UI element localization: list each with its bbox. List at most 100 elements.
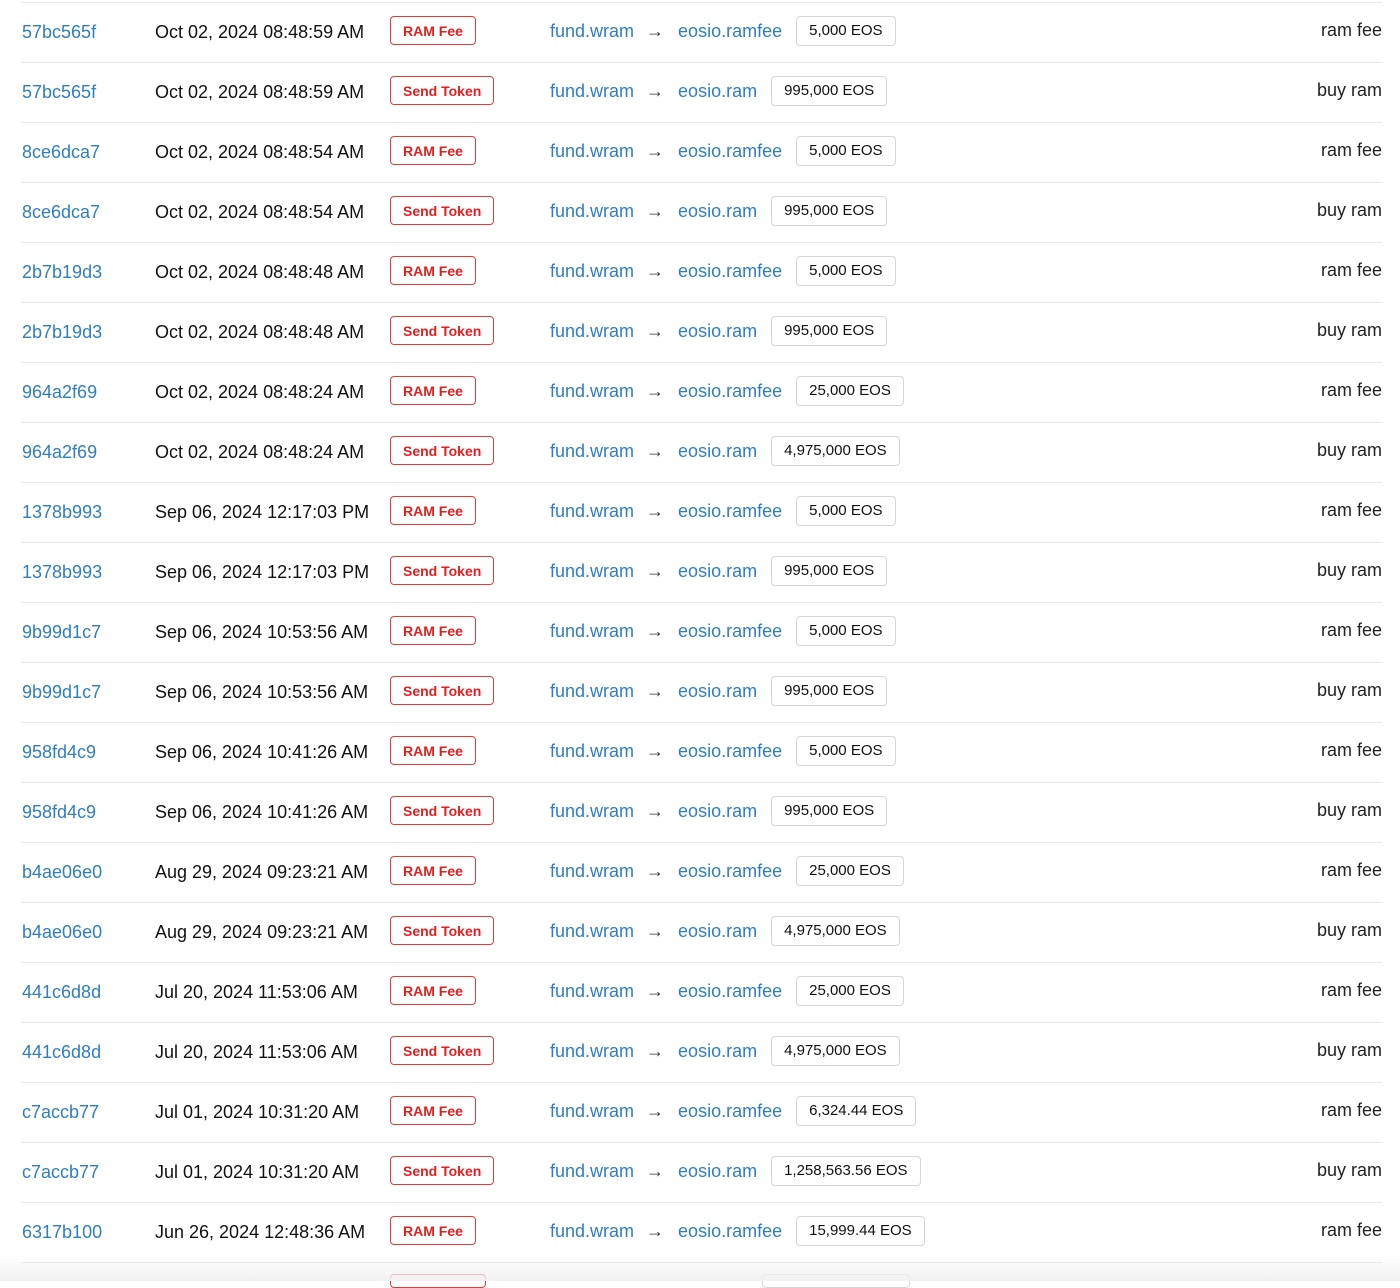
arrow-right-icon: → <box>646 980 665 1001</box>
transaction-hash-link[interactable]: 9b99d1c7 <box>22 622 101 643</box>
from-account-link[interactable]: fund.wram <box>550 1101 634 1122</box>
action-badge: Send Token <box>390 1036 495 1065</box>
to-account-link[interactable]: eosio.ram <box>678 801 757 822</box>
to-account-link[interactable]: eosio.ram <box>678 681 757 702</box>
transaction-hash-link[interactable]: b4ae06e0 <box>22 862 102 883</box>
table-row: 964a2f69 Oct 02, 2024 08:48:24 AM RAM Fe… <box>21 363 1382 423</box>
transaction-hash-link[interactable]: 958fd4c9 <box>22 802 96 823</box>
memo-text: ram fee <box>1320 140 1382 160</box>
arrow-right-icon: → <box>646 1220 665 1241</box>
amount-box: 4,975,000 EOS <box>771 1036 900 1066</box>
transfer-flow: fund.wram → eosio.ramfee 5,000 EOS <box>550 495 896 527</box>
amount-box: 995,000 EOS <box>771 316 888 346</box>
memo-text: ram fee <box>1320 740 1382 760</box>
to-account-link[interactable]: eosio.ramfee <box>678 1221 782 1242</box>
transaction-hash-link[interactable]: b4ae06e0 <box>22 922 102 943</box>
transaction-hash-link[interactable]: 2b7b19d3 <box>22 262 102 283</box>
to-account-link[interactable]: eosio.ramfee <box>678 261 782 282</box>
from-account-link[interactable]: fund.wram <box>550 21 634 42</box>
table-row: 441c6d8d Jul 20, 2024 11:53:06 AM Send T… <box>21 1023 1382 1083</box>
transfer-flow: fund.wram → eosio.ram 4,975,000 EOS <box>550 1035 900 1067</box>
amount-box: 5,000 EOS <box>796 496 896 526</box>
transaction-date: Aug 29, 2024 09:23:21 AM <box>155 862 369 882</box>
table-row: c7accb77 Jul 01, 2024 10:31:20 AM Send T… <box>21 1143 1382 1203</box>
transaction-hash-link[interactable]: 1378b993 <box>22 562 102 583</box>
from-account-link[interactable]: fund.wram <box>550 621 634 642</box>
memo-text: ram fee <box>1320 260 1382 280</box>
from-account-link[interactable]: fund.wram <box>550 681 634 702</box>
transaction-hash-link[interactable]: 1378b993 <box>22 502 102 523</box>
memo-text: ram fee <box>1320 1220 1382 1240</box>
transaction-hash-link[interactable]: 441c6d8d <box>22 982 101 1003</box>
from-account-link[interactable]: fund.wram <box>550 981 634 1002</box>
from-account-link[interactable]: fund.wram <box>550 81 634 102</box>
to-account-link[interactable]: eosio.ram <box>678 1161 757 1182</box>
to-account-link[interactable]: eosio.ram <box>678 321 757 342</box>
arrow-right-icon: → <box>646 500 665 521</box>
from-account-link[interactable]: fund.wram <box>550 201 634 222</box>
to-account-link[interactable]: eosio.ramfee <box>678 141 782 162</box>
transaction-hash-link[interactable]: 2b7b19d3 <box>22 322 102 343</box>
to-account-link[interactable]: eosio.ram <box>678 441 757 462</box>
transaction-hash-link[interactable]: 6317b100 <box>22 1222 102 1243</box>
from-account-link[interactable]: fund.wram <box>550 501 634 522</box>
transaction-date: Aug 29, 2024 09:23:21 AM <box>155 922 369 942</box>
transfer-flow: fund.wram → eosio.ramfee 6,324.44 EOS <box>550 1095 917 1127</box>
transaction-hash-link[interactable]: 8ce6dca7 <box>22 142 100 163</box>
amount-box: 5,000 EOS <box>796 136 896 166</box>
table-row: 1378b993 Sep 06, 2024 12:17:03 PM Send T… <box>21 543 1382 603</box>
transaction-hash-link[interactable]: 9b99d1c7 <box>22 682 101 703</box>
transaction-hash-link[interactable]: c7accb77 <box>22 1102 99 1123</box>
from-account-link[interactable]: fund.wram <box>550 381 634 402</box>
amount-box: 5,000 EOS <box>796 16 896 46</box>
from-account-link[interactable]: fund.wram <box>550 1221 634 1242</box>
action-badge: RAM Fee <box>390 856 476 885</box>
transaction-hash-link[interactable]: 441c6d8d <box>22 1042 101 1063</box>
action-badge: Send Token <box>390 76 495 105</box>
transaction-hash-link[interactable]: c7accb77 <box>22 1162 99 1183</box>
transfer-flow: fund.wram → eosio.ramfee 5,000 EOS <box>550 615 896 647</box>
transfer-flow: fund.wram → eosio.ram 995,000 EOS <box>550 795 888 827</box>
to-account-link[interactable]: eosio.ramfee <box>678 981 782 1002</box>
arrow-right-icon: → <box>646 380 665 401</box>
to-account-link[interactable]: eosio.ramfee <box>678 741 782 762</box>
table-row: c7accb77 Jul 01, 2024 10:31:20 AM RAM Fe… <box>21 1083 1382 1143</box>
to-account-link[interactable]: eosio.ram <box>678 921 757 942</box>
to-account-link[interactable]: eosio.ramfee <box>678 381 782 402</box>
table-row: 8ce6dca7 Oct 02, 2024 08:48:54 AM RAM Fe… <box>21 123 1382 183</box>
memo-text: ram fee <box>1320 620 1382 640</box>
from-account-link[interactable]: fund.wram <box>550 1161 634 1182</box>
transaction-date: Oct 02, 2024 08:48:24 AM <box>155 442 365 462</box>
to-account-link[interactable]: eosio.ramfee <box>678 501 782 522</box>
transaction-hash-link[interactable]: 57bc565f <box>22 82 96 103</box>
transaction-date: Sep 06, 2024 10:53:56 AM <box>155 622 369 642</box>
to-account-link[interactable]: eosio.ramfee <box>678 1101 782 1122</box>
transaction-hash-link[interactable]: 958fd4c9 <box>22 742 96 763</box>
to-account-link[interactable]: eosio.ram <box>678 201 757 222</box>
from-account-link[interactable]: fund.wram <box>550 801 634 822</box>
transfer-flow: fund.wram → eosio.ram 995,000 EOS <box>550 675 888 707</box>
from-account-link[interactable]: fund.wram <box>550 861 634 882</box>
transaction-hash-link[interactable]: 8ce6dca7 <box>22 202 100 223</box>
transaction-hash-link[interactable]: 964a2f69 <box>22 442 97 463</box>
transfer-flow: fund.wram → eosio.ramfee 5,000 EOS <box>550 15 896 47</box>
to-account-link[interactable]: eosio.ramfee <box>678 21 782 42</box>
to-account-link[interactable]: eosio.ram <box>678 1041 757 1062</box>
from-account-link[interactable]: fund.wram <box>550 561 634 582</box>
transaction-hash-link[interactable]: 57bc565f <box>22 22 96 43</box>
from-account-link[interactable]: fund.wram <box>550 741 634 762</box>
to-account-link[interactable]: eosio.ram <box>678 561 757 582</box>
to-account-link[interactable]: eosio.ram <box>678 81 757 102</box>
amount-box: 995,000 EOS <box>771 676 888 706</box>
from-account-link[interactable]: fund.wram <box>550 1041 634 1062</box>
to-account-link[interactable]: eosio.ramfee <box>678 621 782 642</box>
transaction-hash-link[interactable]: 964a2f69 <box>22 382 97 403</box>
to-account-link[interactable]: eosio.ramfee <box>678 861 782 882</box>
from-account-link[interactable]: fund.wram <box>550 261 634 282</box>
from-account-link[interactable]: fund.wram <box>550 441 634 462</box>
from-account-link[interactable]: fund.wram <box>550 141 634 162</box>
from-account-link[interactable]: fund.wram <box>550 321 634 342</box>
from-account-link[interactable]: fund.wram <box>550 921 634 942</box>
table-row: 441c6d8d Jul 20, 2024 11:53:06 AM RAM Fe… <box>21 963 1382 1023</box>
action-badge: Send Token <box>390 556 495 585</box>
